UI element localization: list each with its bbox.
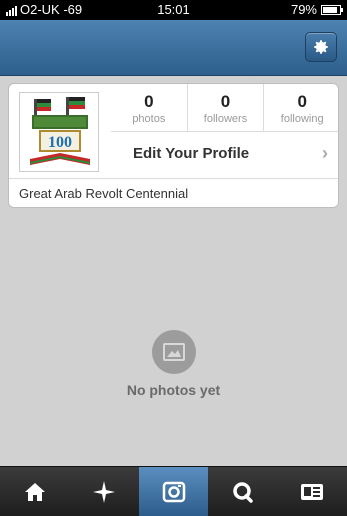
edit-profile-label: Edit Your Profile [133,144,250,162]
chevron-right-icon: › [322,142,328,163]
home-icon [24,482,45,501]
stat-count: 0 [297,92,307,111]
centennial-logo: 100 [20,93,98,171]
stat-photos[interactable]: 0 photos [111,84,187,132]
phone-screen: O2-UK -69 15:01 79% 100 0 photos 0 follo… [0,0,347,516]
battery: 79% [290,0,343,20]
battery-icon [321,5,343,15]
battery-percent: 79% [290,2,317,17]
tab-bar [0,466,347,516]
settings-button[interactable] [305,32,337,62]
tab-explore[interactable] [69,467,138,516]
stat-label: photos [132,113,166,125]
news-icon [233,481,253,503]
profile-icon [301,483,324,500]
profile-stats: 0 photos 0 followers 0 following [111,84,338,132]
empty-state-text: No photos yet [126,382,221,398]
stat-count: 0 [144,92,154,111]
nav-bar [0,20,347,76]
edit-profile-button[interactable]: Edit Your Profile › [111,132,338,174]
tab-profile[interactable] [278,467,347,516]
tab-news[interactable] [208,467,277,516]
empty-state: No photos yet [0,330,347,398]
avatar[interactable]: 100 [19,92,99,172]
stat-count: 0 [220,92,231,111]
profile-card: 100 0 photos 0 followers 0 following Edi… [8,83,339,208]
tab-camera[interactable] [138,467,209,516]
stat-label: followers [203,113,248,125]
status-bar: O2-UK -69 15:01 79% [0,0,347,20]
camera-icon [162,481,185,502]
avatar-number: 100 [48,134,72,151]
stat-label: following [280,113,324,125]
image-icon [151,330,196,374]
explore-icon [93,480,116,503]
stat-following[interactable]: 0 following [263,84,338,132]
profile-bio: Great Arab Revolt Centennial [9,178,338,207]
tab-home[interactable] [0,467,69,516]
gear-icon [314,40,328,54]
stat-followers[interactable]: 0 followers [186,84,264,132]
